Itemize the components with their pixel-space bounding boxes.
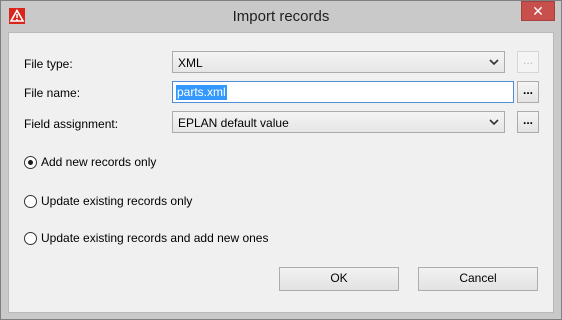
field-assignment-label: Field assignment:	[24, 117, 119, 131]
radio-label: Add new records only	[41, 155, 157, 169]
chevron-down-icon	[489, 119, 499, 126]
title-bar[interactable]: Import records ✕	[1, 1, 561, 32]
field-assignment-browse-button[interactable]: ...	[517, 111, 539, 133]
cancel-button[interactable]: Cancel	[418, 267, 538, 291]
file-type-dropdown[interactable]: XML	[172, 51, 505, 73]
close-icon: ✕	[532, 3, 544, 19]
ok-button[interactable]: OK	[279, 267, 399, 291]
close-button[interactable]: ✕	[521, 1, 555, 21]
field-assignment-dropdown[interactable]: EPLAN default value	[172, 111, 505, 133]
radio-circle	[24, 195, 37, 208]
file-name-browse-button[interactable]: ...	[517, 81, 539, 103]
file-name-input[interactable]: parts.xml	[172, 81, 514, 103]
radio-circle	[24, 156, 37, 169]
file-name-value: parts.xml	[176, 85, 227, 100]
file-type-label: File type:	[24, 57, 73, 71]
file-type-value: XML	[178, 56, 203, 70]
window-title: Import records	[232, 8, 330, 25]
radio-label: Update existing records only	[41, 194, 193, 208]
dialog-body: File type: XML ... File name: parts.xml …	[8, 32, 554, 313]
chevron-down-icon	[489, 59, 499, 66]
file-name-label: File name:	[24, 86, 81, 100]
field-assignment-value: EPLAN default value	[178, 116, 289, 130]
radio-label: Update existing records and add new ones	[41, 231, 269, 245]
import-records-dialog: Import records ✕ File type: XML ... File…	[0, 0, 562, 320]
radio-circle	[24, 232, 37, 245]
radio-selected-dot	[28, 160, 33, 165]
file-type-browse-button[interactable]: ...	[517, 51, 539, 73]
